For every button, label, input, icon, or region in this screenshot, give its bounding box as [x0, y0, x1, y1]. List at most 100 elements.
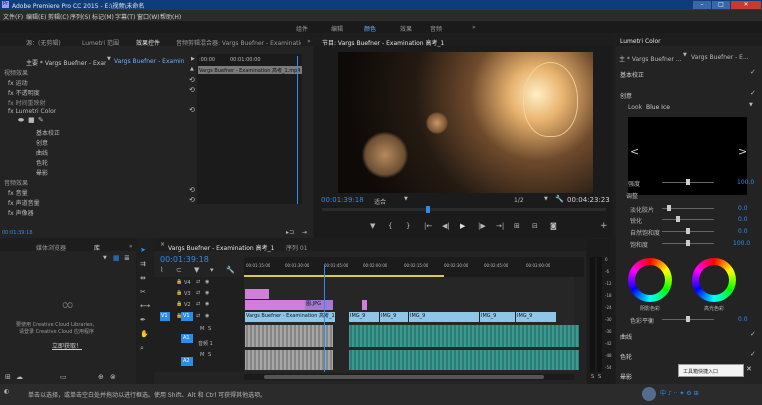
go-to-out-icon[interactable]: →| — [496, 223, 504, 230]
reset-icon[interactable]: ⟲ — [189, 107, 195, 114]
maximize-button[interactable]: □ — [712, 1, 730, 9]
adjust-saturation-value[interactable]: 100.0 — [733, 240, 750, 247]
hand-tool-icon[interactable]: ✋ — [140, 331, 149, 338]
effect-controls-timecode[interactable]: 00:01:39:18 — [2, 230, 33, 236]
pink-clip[interactable] — [362, 300, 367, 310]
timeline-playhead[interactable] — [324, 265, 325, 372]
adjust-label[interactable]: 调整 — [626, 191, 638, 200]
row-opacity[interactable]: fx 不透明度 — [8, 88, 40, 97]
collapse-icon[interactable]: ▲ — [190, 67, 194, 72]
row-vignette[interactable]: 晕影 — [36, 168, 48, 177]
timeline-timecode[interactable]: 00:01:39:18 — [160, 255, 209, 264]
balance-value[interactable]: 0.0 — [738, 316, 748, 323]
checkbox-icon[interactable]: ✓ — [750, 69, 756, 76]
image-clip-v1[interactable]: IMG_9 — [516, 312, 556, 322]
dropdown-icon[interactable]: ▼ — [544, 197, 548, 202]
dropdown-icon[interactable]: ▼ — [103, 256, 107, 261]
track-label-v1[interactable]: V1 — [183, 313, 190, 319]
reset-icon[interactable]: ⟲ — [189, 197, 195, 204]
track-label-v3[interactable]: V3 — [184, 291, 191, 297]
effect-header-clip[interactable]: Vargs Buefner - Examinatio... — [114, 58, 184, 65]
linked-selection-icon[interactable]: ⊂ — [176, 267, 182, 274]
image-clip-v1[interactable]: IMG_9 — [409, 312, 479, 322]
row-creative[interactable]: 创意 — [36, 138, 48, 147]
menu-title[interactable]: 字幕(T) — [115, 12, 135, 21]
add-button-icon[interactable]: + — [600, 222, 608, 231]
razor-tool-icon[interactable]: ✂ — [140, 289, 146, 296]
tab-lumetri-scopes[interactable]: Lumetri 范围 — [82, 38, 119, 47]
highlight-tint-wheel[interactable] — [692, 258, 736, 302]
go-to-in-icon[interactable]: |← — [424, 223, 432, 230]
eye-icon[interactable]: ◉ — [205, 302, 209, 307]
audio-clip-a2[interactable] — [245, 350, 333, 370]
tab-source[interactable]: 源：(无剪辑) — [26, 38, 61, 47]
solo-icon[interactable]: S — [208, 353, 211, 358]
tab-media-browser[interactable]: 媒体浏览器 — [36, 243, 66, 252]
timeline-sequence-tab[interactable]: Vargs Buefner - Examination 高考_1 — [168, 243, 274, 252]
rect-mask-icon[interactable]: ■ — [28, 117, 35, 124]
row-volume[interactable]: fx 音量 — [8, 188, 28, 197]
pink-clip[interactable] — [245, 300, 305, 310]
settings-icon[interactable]: ▾ — [210, 267, 214, 274]
image-clip-v1[interactable]: IMG_9 — [480, 312, 515, 322]
mute-icon[interactable]: M — [200, 327, 204, 332]
eye-icon[interactable]: ◉ — [205, 314, 209, 319]
tab-audio-mixer[interactable]: 音频剪辑混合器: Vargs Buefner - Examination 9 — [176, 38, 301, 47]
close-tab-icon[interactable]: × — [160, 242, 165, 248]
menu-clip[interactable]: 剪辑(C) — [48, 12, 69, 21]
tab-effect-controls[interactable]: 效果控件 — [136, 38, 160, 47]
image-clip-v1[interactable]: IMG_9 — [349, 312, 379, 322]
adjust-sharpen-value[interactable]: 0.0 — [738, 216, 748, 223]
workspace-audio[interactable]: 音频 — [430, 24, 442, 33]
row-color-wheels[interactable]: 色轮 — [36, 158, 48, 167]
sync-lock-icon[interactable]: ⇄ — [196, 280, 200, 285]
look-prev-icon[interactable]: < — [630, 146, 639, 157]
row-basic-correction[interactable]: 基本校正 — [36, 128, 60, 137]
close-button[interactable]: ✕ — [731, 1, 761, 9]
program-playhead[interactable] — [426, 206, 430, 213]
program-title[interactable]: 节目: Vargs Buefner - Examination 高考_1 — [322, 38, 444, 47]
track-label-a2[interactable]: A2 — [183, 358, 190, 364]
section-color-wheels[interactable]: 色轮 — [620, 352, 632, 361]
export-icon[interactable]: ⇥ — [302, 230, 307, 236]
fit-dropdown[interactable]: 适合 — [374, 197, 386, 206]
menu-file[interactable]: 文件(F) — [3, 12, 23, 21]
lumetri-header-clip[interactable]: Vargs Buefner - E... — [691, 54, 759, 61]
dropdown-icon[interactable]: ▼ — [404, 197, 408, 202]
intensity-value[interactable]: 100.0 — [737, 179, 754, 186]
menu-edit[interactable]: 编辑(E) — [26, 12, 46, 21]
dropdown-icon[interactable]: ▼ — [683, 53, 687, 58]
step-back-icon[interactable]: ◀| — [442, 223, 450, 230]
row-curves[interactable]: 曲线 — [36, 148, 48, 157]
checkbox-icon[interactable]: ✓ — [750, 331, 756, 338]
section-curves[interactable]: 曲线 — [620, 332, 632, 341]
export-frame-icon[interactable]: ◙ — [550, 223, 557, 230]
lock-icon[interactable]: 🔒 — [176, 280, 182, 285]
eye-icon[interactable]: ◉ — [205, 291, 209, 296]
row-motion[interactable]: fx 运动 — [8, 78, 28, 87]
workspace-more[interactable]: » — [472, 24, 476, 31]
quality-dropdown[interactable]: 1/2 — [514, 197, 524, 204]
workspace-color[interactable]: 颜色 — [364, 24, 376, 33]
workspace-editing[interactable]: 编辑 — [331, 24, 343, 33]
new-item-icon[interactable]: ⊕ — [98, 374, 104, 381]
section-creative[interactable]: 创意 — [620, 91, 632, 100]
reset-icon[interactable]: ⟲ — [189, 77, 195, 84]
pen-tool-icon[interactable]: ✒ — [140, 317, 146, 324]
image-clip-v2[interactable]: 图.JPG — [305, 300, 333, 310]
lumetri-header-master[interactable]: 主 * Vargs Buefner ... — [619, 54, 681, 63]
tab-more[interactable]: » — [129, 243, 133, 250]
image-clip-v1[interactable]: IMG_9 — [380, 312, 408, 322]
extract-icon[interactable]: ⊟ — [532, 223, 538, 230]
cloud-sync-icon[interactable]: ☁ — [16, 374, 23, 381]
slider-knob[interactable] — [667, 205, 671, 211]
row-channel-volume[interactable]: fx 声道音量 — [8, 198, 40, 207]
zoom-tool-icon[interactable]: ⌕ — [140, 345, 144, 352]
filter-icon[interactable]: ▸⊐ — [286, 230, 294, 236]
checkbox-icon[interactable]: ✓ — [750, 351, 756, 358]
track-label-a1[interactable]: A1 — [183, 335, 190, 341]
eye-icon[interactable]: ◉ — [205, 280, 209, 285]
mark-out-icon[interactable]: } — [406, 223, 410, 230]
lock-icon[interactable]: 🔒 — [176, 302, 182, 307]
workspace-effects[interactable]: 效果 — [400, 24, 412, 33]
